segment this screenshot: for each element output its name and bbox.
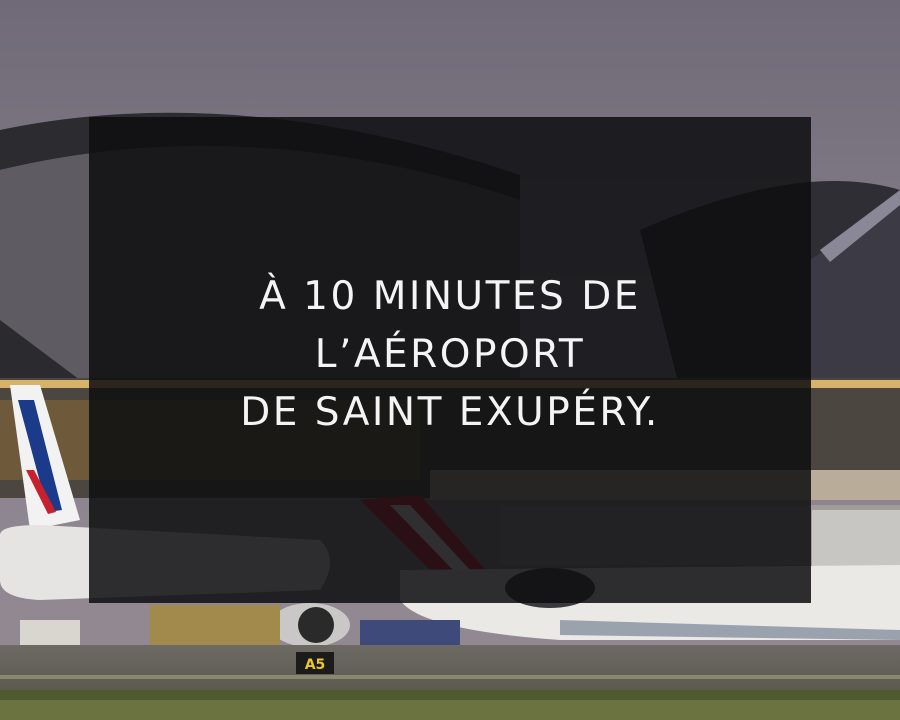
caption-overlay: À 10 MINUTES DE L’AÉROPORT DE SAINT EXUP… — [89, 117, 811, 603]
headline: À 10 MINUTES DE L’AÉROPORT DE SAINT EXUP… — [240, 268, 660, 442]
headline-line: L’AÉROPORT — [314, 332, 586, 377]
headline-line: DE SAINT EXUPÉRY. — [240, 390, 660, 435]
tarmac — [0, 645, 900, 690]
headline-line: À 10 MINUTES DE — [259, 274, 641, 319]
stand-sign-label: A5 — [305, 657, 326, 673]
ground-equipment — [150, 605, 280, 645]
